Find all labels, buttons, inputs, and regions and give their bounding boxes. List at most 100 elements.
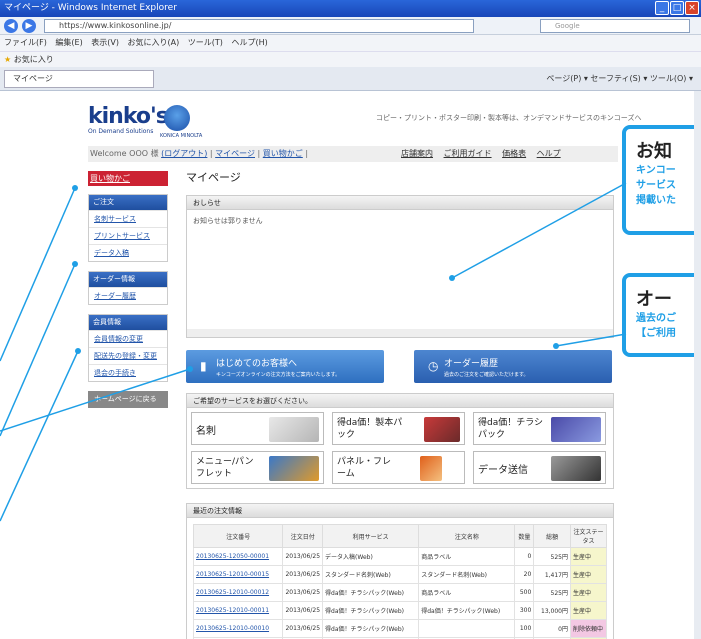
callout-line: キンコー: [636, 165, 676, 176]
cell-date: 2013/06/25: [282, 619, 324, 638]
order-info-menu: オーダー情報 オーダー履歴: [88, 271, 168, 305]
cell-total: 0円: [533, 619, 571, 638]
page-scrollbar[interactable]: [694, 91, 701, 639]
cell-service: 得da価！チラシパック(Web): [322, 583, 420, 602]
cell-status: 生産中: [570, 601, 607, 620]
order-history-sub: 過去のご注文をご確認いただけます。: [444, 372, 529, 378]
service-menu[interactable]: メニュー/パンフレット: [191, 451, 324, 484]
services-head: ご希望のサービスをお選びください。: [186, 393, 614, 408]
store-link[interactable]: 店舗案内: [401, 149, 433, 158]
guide-buttons: ▮ はじめてのお客様へ キンコーズオンラインの注文方法をご案内いたします。 ◷ …: [186, 350, 614, 383]
search-input[interactable]: Google: [540, 19, 690, 33]
sidebar-item-print[interactable]: プリントサービス: [89, 227, 167, 244]
cell-name: スタンダード名刺(Web): [418, 565, 516, 584]
cell-order-no[interactable]: 20130625-12010-00011: [192, 601, 284, 620]
book-icon: ▮: [200, 359, 207, 373]
panel-image: [420, 456, 442, 481]
tab-bar: マイページ ページ(P) ▾ セーフティ(S) ▾ ツール(O) ▾: [0, 67, 701, 91]
sidebar-item-withdraw[interactable]: 退会の手続き: [89, 364, 167, 381]
command-bar[interactable]: ページ(P) ▾ セーフティ(S) ▾ ツール(O) ▾: [546, 73, 693, 84]
cell-date: 2013/06/25: [282, 565, 324, 584]
forward-icon[interactable]: ▶: [22, 19, 36, 33]
service-panel[interactable]: パネル・フレーム: [332, 451, 465, 484]
table-row: 20130625-12010-00011 2013/06/25 得da価！チラシパッ…: [192, 601, 607, 620]
cell-order-no[interactable]: 20130625-12010-00012: [192, 583, 284, 602]
minimize-button[interactable]: _: [655, 1, 669, 15]
menu-file[interactable]: ファイル(F): [4, 38, 47, 47]
partner-name: KONICA MINOLTA: [160, 133, 203, 139]
cell-order-no[interactable]: 20130625-12050-00001: [192, 547, 284, 566]
cell-order-no[interactable]: 20130625-12010-00010: [192, 619, 284, 638]
sidebar-item-address[interactable]: 配送先の登録・変更: [89, 347, 167, 364]
cell-qty: 20: [514, 565, 535, 584]
menu-edit[interactable]: 編集(E): [55, 38, 82, 47]
menu-help[interactable]: ヘルプ(H): [231, 38, 267, 47]
kinkos-logo[interactable]: kinko's: [88, 104, 169, 129]
window-title: マイページ - Windows Internet Explorer: [4, 3, 177, 13]
back-home-button[interactable]: ホームページに戻る: [88, 391, 168, 408]
sidebar-item-member-edit[interactable]: 会員情報の変更: [89, 330, 167, 347]
cell-name: 商品ラベル: [418, 547, 516, 566]
sidebar-item-data[interactable]: データ入稿: [89, 244, 167, 261]
orders-header-row: 注文番号 注文日付 利用サービス 注文名称 数量 総額 注文ステータス: [192, 524, 607, 548]
cell-date: 2013/06/25: [282, 547, 324, 566]
menu-tools[interactable]: ツール(T): [188, 38, 223, 47]
menu-view[interactable]: 表示(V): [91, 38, 119, 47]
service-label: 得da価！製本パック: [337, 418, 403, 440]
clock-icon: ◷: [428, 359, 439, 373]
mypage-link[interactable]: マイページ: [215, 149, 255, 158]
menu-favorites[interactable]: お気に入り(A): [128, 38, 180, 47]
member-menu-head: 会員情報: [89, 315, 167, 330]
cell-status: 生産中: [570, 547, 607, 566]
meishi-image: [269, 417, 319, 442]
cell-total: 13,000円: [533, 601, 571, 620]
favorites-button[interactable]: お気に入り: [14, 55, 54, 64]
cell-service: 得da価！チラシパック(Web): [322, 619, 420, 638]
close-button[interactable]: ×: [685, 1, 699, 15]
orders-panel: 注文番号 注文日付 利用サービス 注文名称 数量 総額 注文ステータス 2013…: [186, 518, 614, 639]
notice-head: おしらせ: [186, 195, 614, 210]
orders-table: 注文番号 注文日付 利用サービス 注文名称 数量 総額 注文ステータス 2013…: [192, 524, 607, 639]
cell-total: 1,417円: [533, 565, 571, 584]
help-link[interactable]: ヘルプ: [537, 149, 561, 158]
service-flyer[interactable]: 得da価！チラシパック: [473, 412, 606, 445]
table-row: 20130625-12010-00015 2013/06/25 スタンダード名刺(W…: [192, 565, 607, 584]
col-order-no: 注文番号: [192, 524, 284, 548]
url-input[interactable]: https://www.kinkosonline.jp/: [44, 19, 474, 33]
cell-qty: 300: [514, 601, 535, 620]
first-time-button[interactable]: ▮ はじめてのお客様へ キンコーズオンラインの注文方法をご案内いたします。: [186, 350, 384, 383]
cell-total: 525円: [533, 547, 571, 566]
service-meishi[interactable]: 名刺: [191, 412, 324, 445]
price-link[interactable]: 価格表: [502, 149, 526, 158]
sidebar-item-history[interactable]: オーダー履歴: [89, 287, 167, 304]
col-service: 利用サービス: [322, 524, 420, 548]
order-history-button[interactable]: ◷ オーダー履歴 過去のご注文をご確認いただけます。: [414, 350, 612, 383]
guide-link[interactable]: ご利用ガイド: [444, 149, 492, 158]
logout-link[interactable]: (ログアウト): [161, 149, 207, 158]
service-booklet[interactable]: 得da価！製本パック: [332, 412, 465, 445]
data-image: [551, 456, 601, 481]
service-label: 得da価！チラシパック: [478, 418, 544, 440]
utility-links: 店舗案内 ご利用ガイド 価格表 ヘルプ: [401, 146, 569, 162]
table-row: 20130625-12050-00001 2013/06/25 データ入稿(Web)…: [192, 547, 607, 566]
favorites-bar: ★ お気に入り: [0, 51, 701, 67]
callout-line: サービス: [636, 180, 676, 191]
cell-status: 生産中: [570, 565, 607, 584]
booklet-image: [424, 417, 460, 442]
flyer-image: [551, 417, 601, 442]
page-content: kinko's On Demand Solutions KONICA MINOL…: [0, 91, 694, 639]
back-icon[interactable]: ◀: [4, 19, 18, 33]
service-data[interactable]: データ送信: [473, 451, 606, 484]
notice-scrollbar[interactable]: [187, 329, 613, 337]
cell-service: データ入稿(Web): [322, 547, 420, 566]
maximize-button[interactable]: □: [670, 1, 684, 15]
sidebar-cart[interactable]: 買い物かご: [88, 171, 168, 186]
sidebar-item-meishi[interactable]: 名刺サービス: [89, 210, 167, 227]
first-time-title: はじめてのお客様へ: [216, 359, 298, 369]
tab-mypage[interactable]: マイページ: [4, 70, 154, 88]
cell-qty: 500: [514, 583, 535, 602]
star-icon[interactable]: ★: [4, 55, 11, 64]
cell-order-no[interactable]: 20130625-12010-00015: [192, 565, 284, 584]
cart-link[interactable]: 買い物かご: [263, 149, 303, 158]
cell-qty: 0: [514, 547, 535, 566]
